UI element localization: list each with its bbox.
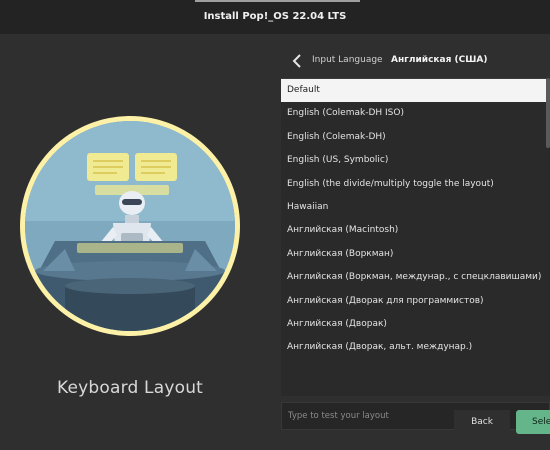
select-button[interactable]: Select <box>516 410 550 434</box>
title-bar: Install Pop!_OS 22.04 LTS <box>0 0 550 34</box>
layout-list-item[interactable]: English (the divide/multiply toggle the … <box>281 173 550 196</box>
layout-list-item[interactable]: Английская (Дворак, альт. междунар.) <box>281 336 550 359</box>
layout-list-item[interactable]: English (Colemak-DH ISO) <box>281 102 550 125</box>
chevron-left-icon[interactable] <box>289 52 307 70</box>
layout-list-item[interactable]: Английская (Воркман) <box>281 243 550 266</box>
layout-list[interactable]: Default English (Colemak-DH ISO) English (… <box>281 78 550 396</box>
language-header: Input Language Английская (США) <box>281 46 550 76</box>
title-accent-bar <box>195 0 360 2</box>
keyboard-illustration <box>20 116 240 336</box>
layout-list-item[interactable]: Английская (Воркман, междунар., с спецкл… <box>281 266 550 289</box>
illustration-inner <box>25 121 235 331</box>
back-button[interactable]: Back <box>454 410 510 434</box>
layout-list-item[interactable]: Английская (Macintosh) <box>281 219 550 242</box>
layout-list-item[interactable]: Английская (Дворак) <box>281 313 550 336</box>
layout-list-item[interactable]: Английская (Дворак для программистов) <box>281 290 550 313</box>
window-title: Install Pop!_OS 22.04 LTS <box>203 11 347 22</box>
layout-list-item[interactable]: Default <box>281 79 550 103</box>
layout-list-scrollbar[interactable] <box>546 78 550 396</box>
layout-list-item[interactable]: English (US, Symbolic) <box>281 149 550 172</box>
layout-list-item[interactable]: English (Colemak-DH) <box>281 126 550 149</box>
page-title: Keyboard Layout <box>56 378 204 398</box>
right-panel: Input Language Английская (США) Default E… <box>281 34 550 450</box>
layout-list-item[interactable]: Hawaiian <box>281 196 550 219</box>
robot-keyboard-illustration <box>25 121 235 331</box>
scrollbar-thumb[interactable] <box>546 78 550 148</box>
input-language-label: Input Language <box>312 55 383 65</box>
input-language-value: Английская (США) <box>391 55 488 65</box>
left-panel: Keyboard Layout <box>0 34 275 450</box>
